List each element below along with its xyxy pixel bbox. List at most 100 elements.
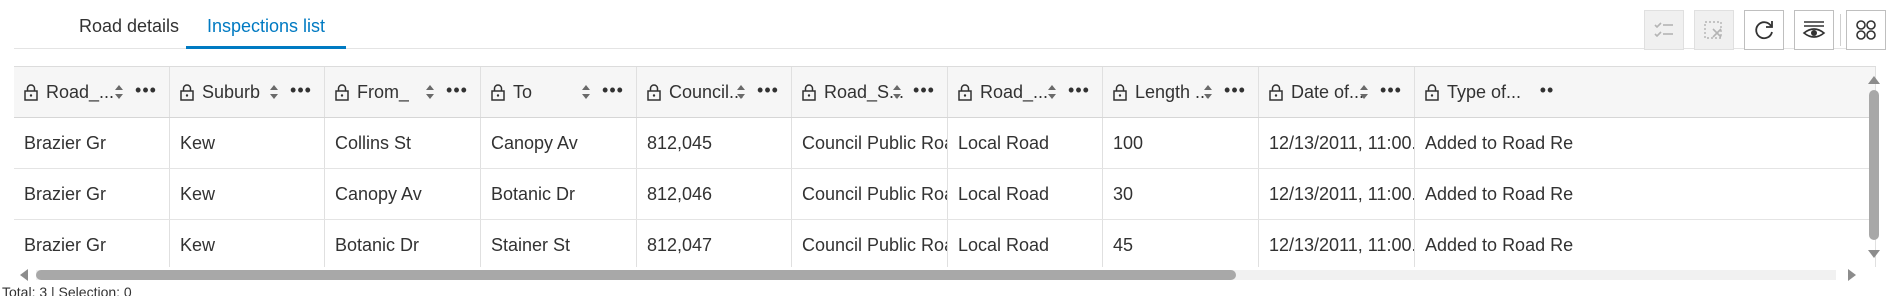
sort-icon[interactable] xyxy=(269,84,279,100)
table-cell[interactable]: 100 xyxy=(1103,118,1259,168)
select-all-button[interactable] xyxy=(1644,10,1684,50)
table-cell[interactable]: Local Road xyxy=(948,118,1103,168)
column-header-label: Date of... xyxy=(1291,81,1365,102)
column-menu-icon[interactable]: ••• xyxy=(1221,81,1249,103)
active-tab-indicator xyxy=(186,46,346,49)
scroll-left-icon[interactable] xyxy=(20,269,28,281)
column-header-content: From_ xyxy=(335,67,409,117)
horizontal-scrollbar[interactable] xyxy=(14,268,1862,282)
vertical-scrollbar[interactable] xyxy=(1866,74,1882,262)
table-cell[interactable]: 45 xyxy=(1103,220,1259,267)
sort-icon[interactable] xyxy=(736,84,746,100)
column-menu-icon[interactable]: ••• xyxy=(132,81,160,103)
sort-icon[interactable] xyxy=(581,84,591,100)
scroll-down-icon[interactable] xyxy=(1868,250,1880,258)
table-cell[interactable]: Added to Road Re xyxy=(1415,220,1876,267)
lock-icon xyxy=(24,84,38,101)
sort-icon[interactable] xyxy=(425,84,435,100)
show-hide-columns-icon xyxy=(1802,21,1826,38)
clear-selection-icon xyxy=(1704,21,1722,39)
column-header-content: Length ... xyxy=(1113,67,1210,117)
show-hide-columns-button[interactable] xyxy=(1794,10,1834,50)
column-header-content: Suburb xyxy=(180,67,260,117)
table-cell[interactable]: Council Public Road xyxy=(792,220,948,267)
column-header-label: Length ... xyxy=(1135,81,1211,102)
table-cell[interactable]: Brazier Gr xyxy=(14,118,170,168)
column-menu-icon[interactable]: ••• xyxy=(1065,81,1093,103)
column-header[interactable]: Type of... •• xyxy=(1415,67,1876,117)
lock-icon xyxy=(958,84,972,101)
lock-icon xyxy=(491,84,505,101)
column-header-label: From_ xyxy=(357,81,410,102)
table-cell[interactable]: Stainer St xyxy=(481,220,637,267)
column-header[interactable]: Date of... ••• xyxy=(1259,67,1415,117)
column-header[interactable]: Length ... ••• xyxy=(1103,67,1259,117)
scroll-thumb[interactable] xyxy=(36,270,1236,280)
column-menu-icon[interactable]: ••• xyxy=(287,81,315,103)
table-row[interactable]: Brazier Gr Kew Botanic Dr Stainer St 812,047… xyxy=(14,220,1876,267)
column-header-content: Road_... xyxy=(958,67,1048,117)
refresh-button[interactable] xyxy=(1744,10,1784,50)
checklist-icon xyxy=(1654,22,1673,38)
scroll-right-icon[interactable] xyxy=(1848,269,1856,281)
column-header[interactable]: From_ ••• xyxy=(325,67,481,117)
table-cell[interactable]: 30 xyxy=(1103,169,1259,219)
tab-road-details[interactable]: Road details xyxy=(54,0,204,48)
table-cell[interactable]: Canopy Av xyxy=(325,169,481,219)
table-cell[interactable]: Kew xyxy=(170,169,325,219)
sort-icon[interactable] xyxy=(892,84,902,100)
sort-icon[interactable] xyxy=(1203,84,1213,100)
column-menu-icon[interactable]: ••• xyxy=(443,81,471,103)
table-cell[interactable]: 12/13/2011, 11:00... xyxy=(1259,118,1415,168)
table-row[interactable]: Brazier Gr Kew Collins St Canopy Av 812,045 C… xyxy=(14,118,1876,169)
column-menu-icon[interactable]: •• xyxy=(1533,81,1561,103)
column-header-content: To xyxy=(491,67,532,117)
table-cell[interactable]: Canopy Av xyxy=(481,118,637,168)
record-count-status: Total: 3 | Selection: 0 xyxy=(2,284,132,296)
table-cell[interactable]: Council Public Road xyxy=(792,169,948,219)
table-cell[interactable]: 812,046 xyxy=(637,169,792,219)
column-header[interactable]: Road_S... ••• xyxy=(792,67,948,117)
column-menu-icon[interactable]: ••• xyxy=(910,81,938,103)
table-cell[interactable]: Added to Road Re xyxy=(1415,169,1876,219)
column-header-label: Road_... xyxy=(46,81,115,102)
table-cell[interactable]: 812,047 xyxy=(637,220,792,267)
column-menu-icon[interactable]: ••• xyxy=(754,81,782,103)
table-cell[interactable]: 12/13/2011, 11:00... xyxy=(1259,169,1415,219)
scroll-up-icon[interactable] xyxy=(1868,76,1880,84)
column-header[interactable]: Suburb ••• xyxy=(170,67,325,117)
sort-icon[interactable] xyxy=(1359,84,1369,100)
table-cell[interactable]: Botanic Dr xyxy=(481,169,637,219)
table-cell[interactable]: 12/13/2011, 11:00... xyxy=(1259,220,1415,267)
column-header[interactable]: To ••• xyxy=(481,67,637,117)
table-cell[interactable]: Local Road xyxy=(948,220,1103,267)
column-menu-icon[interactable]: ••• xyxy=(1377,81,1405,103)
layout-button[interactable] xyxy=(1846,10,1886,50)
column-header-label: Suburb xyxy=(202,81,261,102)
table-cell[interactable]: Council Public Road xyxy=(792,118,948,168)
table-cell[interactable]: Added to Road Re xyxy=(1415,118,1876,168)
table-cell[interactable]: Local Road xyxy=(948,169,1103,219)
lock-icon xyxy=(180,84,194,101)
tab-bar: Road details Inspections list xyxy=(14,0,1876,49)
column-header[interactable]: Council... ••• xyxy=(637,67,792,117)
tab-inspections-list[interactable]: Inspections list xyxy=(186,0,346,49)
scroll-thumb-vertical[interactable] xyxy=(1869,90,1879,240)
lock-icon xyxy=(1425,84,1439,101)
clear-selection-button[interactable] xyxy=(1694,10,1734,50)
sort-icon[interactable] xyxy=(1047,84,1057,100)
table-row[interactable]: Brazier Gr Kew Canopy Av Botanic Dr 812,046 C… xyxy=(14,169,1876,220)
column-header[interactable]: Road_... ••• xyxy=(948,67,1103,117)
sort-icon[interactable] xyxy=(114,84,124,100)
table-cell[interactable]: 812,045 xyxy=(637,118,792,168)
table-cell[interactable]: Botanic Dr xyxy=(325,220,481,267)
lock-icon xyxy=(1269,84,1283,101)
table-cell[interactable]: Kew xyxy=(170,220,325,267)
column-header[interactable]: Road_... ••• xyxy=(14,67,170,117)
column-menu-icon[interactable]: ••• xyxy=(599,81,627,103)
table-cell[interactable]: Kew xyxy=(170,118,325,168)
inspections-panel: Road details Inspections list Road_... •… xyxy=(0,0,1888,296)
table-cell[interactable]: Brazier Gr xyxy=(14,220,170,267)
table-cell[interactable]: Collins St xyxy=(325,118,481,168)
table-cell[interactable]: Brazier Gr xyxy=(14,169,170,219)
